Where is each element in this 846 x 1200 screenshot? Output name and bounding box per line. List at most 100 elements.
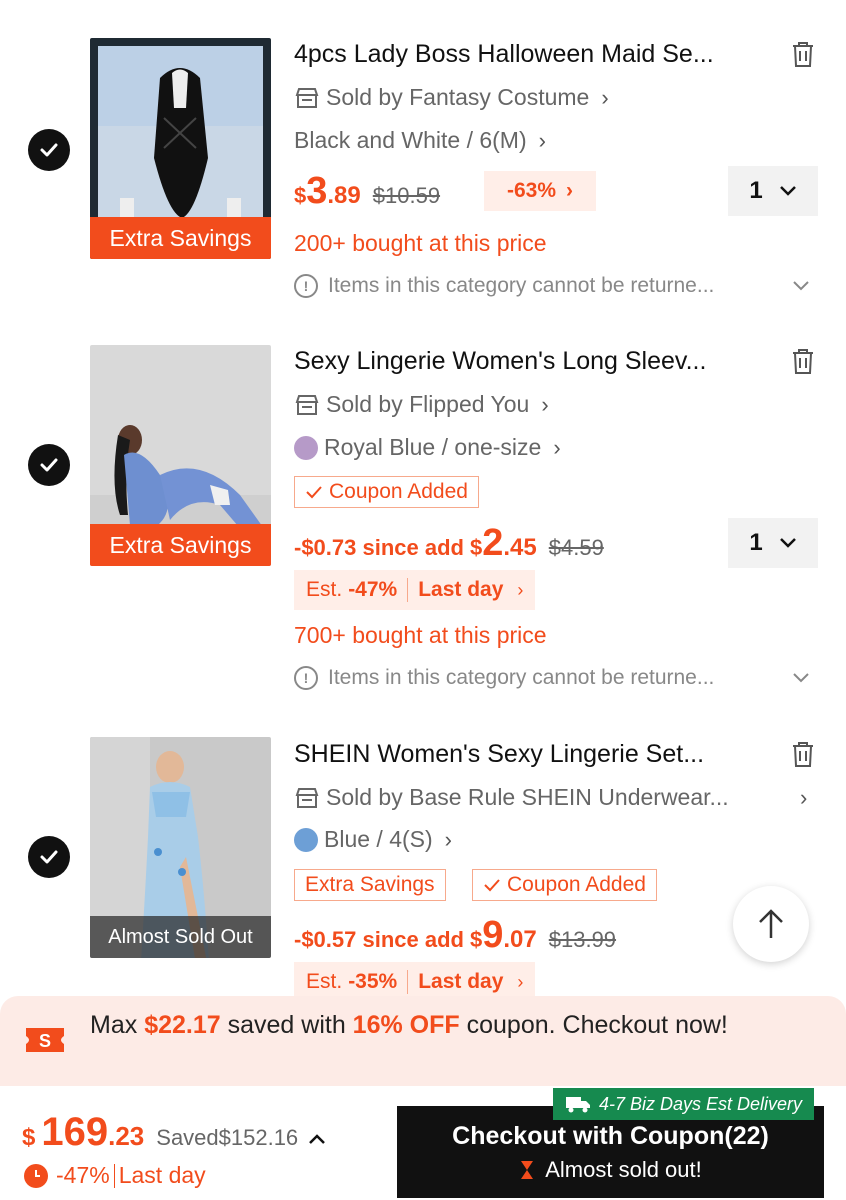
- image-badge: Extra Savings: [90, 524, 271, 566]
- chevron-down-icon: [779, 538, 796, 548]
- coupon-off: 16% OFF: [352, 1011, 460, 1039]
- product-image[interactable]: Extra Savings: [90, 38, 271, 259]
- seller-name: Sold by Fantasy Costume: [326, 84, 590, 110]
- seller-name: Sold by Flipped You: [326, 391, 530, 417]
- divider: [113, 1163, 115, 1188]
- info-icon: !: [294, 274, 318, 298]
- total-integer: 169: [41, 1110, 109, 1154]
- coupon-banner[interactable]: S Max $22.17 saved with 16% OFF coupon. …: [0, 996, 846, 1086]
- chevron-right-icon: ›: [444, 826, 452, 852]
- check-icon: [40, 850, 58, 864]
- est-discount-strip[interactable]: Est. -47% Last day ›: [294, 570, 536, 610]
- variant-selector[interactable]: Royal Blue / one-size ›: [294, 434, 561, 461]
- scroll-to-top-button[interactable]: [733, 886, 809, 962]
- coupon-amount: $22.17: [144, 1011, 221, 1039]
- trash-icon[interactable]: [790, 40, 816, 68]
- product-title[interactable]: Sexy Lingerie Women's Long Sleev...: [294, 347, 778, 376]
- return-notice[interactable]: ! Items in this category cannot be retur…: [294, 274, 824, 298]
- price-currency: $: [469, 535, 483, 560]
- store-icon: [295, 394, 319, 415]
- price-currency: $: [294, 183, 307, 208]
- price-row: $ 3 .89 $10.59: [294, 170, 440, 213]
- chevron-right-icon: ›: [601, 84, 609, 110]
- checkout-bar: $ 169 .23 Saved$152.16 -47% Last day Che…: [0, 1086, 846, 1200]
- check-icon: [40, 458, 58, 472]
- est-label: Est.: [306, 970, 343, 993]
- checkout-sub: Almost sold out!: [519, 1157, 702, 1183]
- trash-icon[interactable]: [790, 740, 816, 768]
- discount-percent: -63%: [506, 179, 557, 202]
- store-icon: [295, 787, 319, 808]
- seller-link[interactable]: Sold by Flipped You ›: [294, 391, 549, 418]
- price-row: -$0.73 since add $ 2 .45 $4.59: [294, 522, 604, 565]
- return-notice[interactable]: ! Items in this category cannot be retur…: [294, 666, 824, 690]
- product-image[interactable]: Almost Sold Out: [90, 737, 271, 958]
- order-total[interactable]: $ 169 .23 Saved$152.16: [22, 1110, 326, 1155]
- quantity-selector[interactable]: 1: [728, 166, 818, 216]
- chevron-down-icon: [779, 186, 796, 196]
- product-image[interactable]: Extra Savings: [90, 345, 271, 566]
- product-title[interactable]: SHEIN Women's Sexy Lingerie Set...: [294, 740, 778, 769]
- seller-name: Sold by Base Rule SHEIN Underwear...: [326, 784, 729, 810]
- delivery-label: 4-7 Biz Days Est Delivery: [599, 1093, 803, 1114]
- item-select-checkbox[interactable]: [28, 444, 70, 486]
- variant-selector[interactable]: Blue / 4(S) ›: [294, 826, 452, 853]
- chevron-down-icon: [793, 281, 809, 291]
- quantity-value: 1: [749, 177, 763, 204]
- checkout-sub-label: Almost sold out!: [545, 1156, 702, 1182]
- divider: [407, 578, 409, 602]
- notice-text: Items in this category cannot be returne…: [328, 666, 715, 689]
- chevron-right-icon: ›: [541, 391, 549, 417]
- delivery-badge: 4-7 Biz Days Est Delivery: [553, 1088, 815, 1120]
- variant-label: Blue / 4(S): [324, 826, 433, 852]
- truck-icon: [566, 1097, 590, 1113]
- variant-label: Royal Blue / one-size: [324, 434, 542, 460]
- coupon-icon-letter: S: [39, 1031, 51, 1051]
- seller-link[interactable]: Sold by Base Rule SHEIN Underwear... ›: [294, 784, 818, 811]
- est-percent: -47%: [348, 578, 398, 601]
- chevron-down-icon: [793, 673, 809, 683]
- extra-savings-label: Extra Savings: [305, 873, 435, 896]
- divider: [407, 970, 409, 994]
- notice-text: Items in this category cannot be returne…: [328, 274, 715, 297]
- price-decimal: .07: [503, 926, 537, 953]
- chevron-right-icon: ›: [800, 784, 808, 810]
- last-day-label: Last day: [418, 578, 504, 601]
- color-swatch: [294, 435, 318, 460]
- original-price: $4.59: [548, 535, 604, 560]
- coupon-icon: S: [26, 1028, 64, 1052]
- coupon-message: Max $22.17 saved with 16% OFF coupon. Ch…: [90, 1010, 810, 1041]
- coupon-prefix: Max: [90, 1011, 145, 1039]
- price-decimal: .89: [327, 182, 361, 209]
- quantity-value: 1: [749, 529, 763, 556]
- price-decimal: .45: [503, 534, 537, 561]
- coupon-added-tag: Coupon Added: [294, 476, 479, 508]
- check-icon: [306, 486, 322, 499]
- since-add-drop: -$0.73 since add: [294, 535, 464, 560]
- extra-savings-tag: Extra Savings: [294, 869, 446, 901]
- item-select-checkbox[interactable]: [28, 129, 70, 171]
- image-badge: Almost Sold Out: [90, 916, 271, 958]
- hourglass-icon: [521, 1160, 534, 1179]
- saved-amount: Saved$152.16: [156, 1125, 299, 1150]
- total-last-day: Last day: [118, 1162, 206, 1188]
- since-add-drop: -$0.57 since add: [294, 927, 464, 952]
- coupon-tag-label: Coupon Added: [507, 873, 646, 896]
- chevron-right-icon: ›: [517, 971, 524, 992]
- original-price: $13.99: [548, 927, 617, 952]
- bought-count: 200+ bought at this price: [294, 230, 547, 256]
- variant-selector[interactable]: Black and White / 6(M) ›: [294, 127, 546, 154]
- price-integer: 9: [482, 914, 504, 956]
- trash-icon[interactable]: [790, 347, 816, 375]
- item-select-checkbox[interactable]: [28, 836, 70, 878]
- coupon-middle: saved with: [220, 1011, 353, 1039]
- seller-link[interactable]: Sold by Fantasy Costume ›: [294, 84, 609, 111]
- total-decimal: .23: [108, 1121, 145, 1151]
- quantity-selector[interactable]: 1: [728, 518, 818, 568]
- product-title[interactable]: 4pcs Lady Boss Halloween Maid Se...: [294, 40, 778, 69]
- discount-badge[interactable]: -63% ›: [484, 171, 596, 211]
- checkout-label: Checkout with Coupon(22): [452, 1121, 769, 1150]
- bought-count: 700+ bought at this price: [294, 622, 547, 648]
- coupon-added-tag: Coupon Added: [472, 869, 657, 901]
- coupon-suffix: coupon. Checkout now!: [459, 1011, 728, 1039]
